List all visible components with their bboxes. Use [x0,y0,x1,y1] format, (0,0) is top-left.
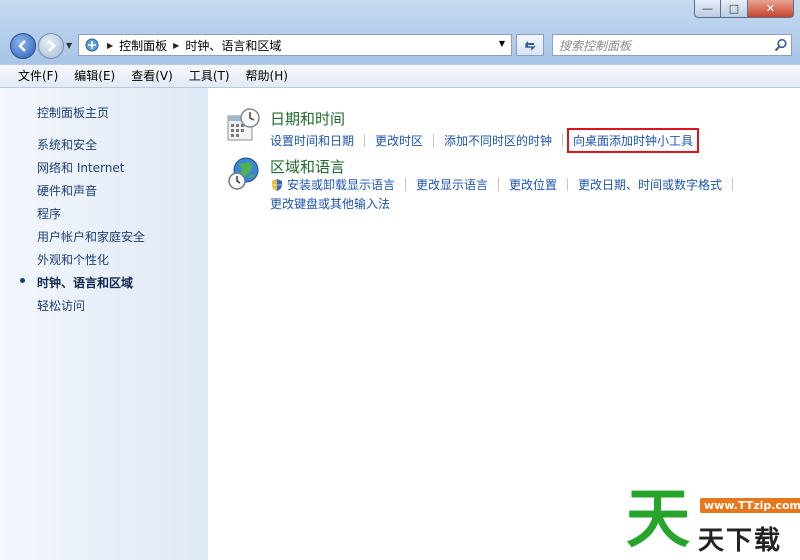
link-separator [433,134,435,147]
history-dropdown-icon[interactable]: ▼ [66,41,72,50]
sidebar-item-ease-of-access[interactable]: 轻松访问 [37,297,85,314]
sidebar-item-system-security[interactable]: 系统和安全 [37,136,97,153]
sidebar-item-network-internet[interactable]: 网络和 Internet [37,159,124,176]
sidebar-item-clock-language-region[interactable]: 时钟、语言和区域 [37,274,133,291]
category-links-second-row: 更改键盘或其他输入法 [270,195,390,212]
sidebar-item-appearance[interactable]: 外观和个性化 [37,251,109,268]
link-change-keyboard[interactable]: 更改键盘或其他输入法 [270,195,390,212]
category-title[interactable]: 日期和时间 [270,108,345,129]
maximize-button[interactable]: □ [721,0,748,18]
control-panel-window: — □ ✕ ▼ ▶ 控制面板 ▶ 时钟、语言和区域 ▼ 搜索控制面板 文件(F)… [0,0,800,560]
link-change-location[interactable]: 更改位置 [509,176,557,193]
menu-help[interactable]: 帮助(H) [238,65,296,87]
forward-button[interactable] [38,33,64,59]
sidebar: 控制面板主页 系统和安全 网络和 Internet 硬件和声音 程序 用户帐户和… [0,88,208,560]
navigation-bar: ▼ ▶ 控制面板 ▶ 时钟、语言和区域 ▼ 搜索控制面板 [0,30,800,62]
search-icon[interactable] [771,38,791,52]
address-dropdown-icon[interactable]: ▼ [499,39,505,48]
active-bullet [20,278,25,283]
link-separator [567,178,569,191]
link-set-time-date[interactable]: 设置时间和日期 [270,132,354,149]
caption-buttons: — □ ✕ [694,0,794,18]
refresh-icon [525,41,536,51]
menu-edit[interactable]: 编辑(E) [66,65,123,87]
menu-bar: 文件(F) 编辑(E) 查看(V) 工具(T) 帮助(H) [0,64,800,88]
link-add-clocks[interactable]: 添加不同时区的时钟 [444,132,552,149]
sidebar-item-home[interactable]: 控制面板主页 [37,104,109,121]
sidebar-item-user-accounts[interactable]: 用户帐户和家庭安全 [37,228,145,245]
link-separator [498,178,500,191]
link-separator [364,134,366,147]
breadcrumb-arrow-icon[interactable]: ▶ [107,41,113,50]
menu-view[interactable]: 查看(V) [123,65,181,87]
watermark-char: 天 [626,483,690,557]
control-panel-icon [83,37,101,53]
globe-clock-icon[interactable] [226,156,262,192]
search-input[interactable]: 搜索控制面板 [559,37,771,54]
sidebar-item-hardware-sound[interactable]: 硬件和声音 [37,182,97,199]
link-change-formats[interactable]: 更改日期、时间或数字格式 [578,176,722,193]
arrow-left-icon [18,40,26,52]
close-button[interactable]: ✕ [748,0,794,18]
link-add-clock-gadget[interactable]: 向桌面添加时钟小工具 [567,128,700,153]
calendar-clock-icon[interactable] [226,108,262,144]
menu-tools[interactable]: 工具(T) [181,65,238,87]
breadcrumb-clock-language-region[interactable]: 时钟、语言和区域 [185,37,281,54]
uac-shield-icon [270,178,284,192]
search-box[interactable]: 搜索控制面板 [552,34,792,56]
breadcrumb-arrow-icon[interactable]: ▶ [173,41,179,50]
link-separator [562,134,564,147]
category-links: 安装或卸载显示语言 更改显示语言 更改位置 更改日期、时间或数字格式 [270,176,743,193]
minimize-button[interactable]: — [694,0,721,18]
sidebar-item-programs[interactable]: 程序 [37,205,61,222]
breadcrumb-control-panel[interactable]: 控制面板 [119,37,167,54]
link-change-display-language[interactable]: 更改显示语言 [416,176,488,193]
menu-file[interactable]: 文件(F) [0,65,66,87]
link-separator [405,178,407,191]
link-change-time-zone[interactable]: 更改时区 [375,132,423,149]
back-button[interactable] [10,33,36,59]
watermark-name: 天下载 [698,526,783,556]
refresh-button[interactable] [516,34,544,56]
watermark-logo: 天 www.TTzip.com 天下载 [620,484,800,560]
category-title[interactable]: 区域和语言 [270,156,345,177]
link-install-display-language[interactable]: 安装或卸载显示语言 [287,176,395,193]
watermark-url: www.TTzip.com [700,498,800,513]
link-separator [732,178,734,191]
address-bar[interactable]: ▶ 控制面板 ▶ 时钟、语言和区域 ▼ [78,34,512,56]
arrow-right-icon [48,40,56,52]
category-links: 设置时间和日期 更改时区 添加不同时区的时钟 向桌面添加时钟小工具 [270,128,700,153]
